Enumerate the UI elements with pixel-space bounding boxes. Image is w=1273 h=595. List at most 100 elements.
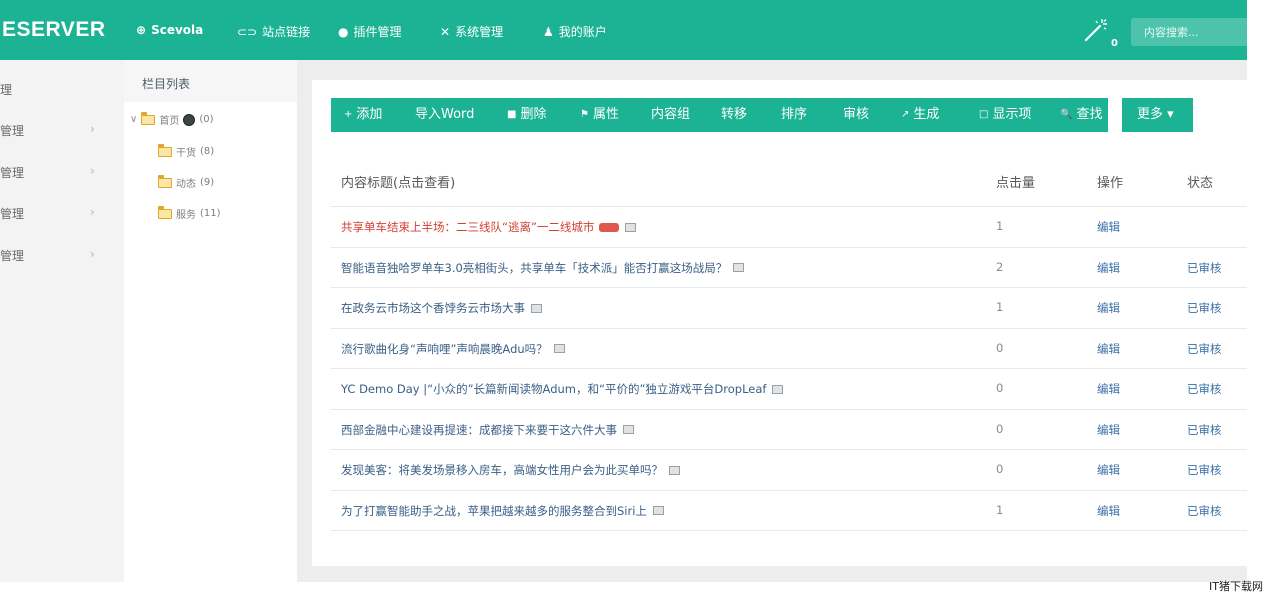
nav-item-label: Scevola [151, 23, 204, 37]
article-title-link[interactable]: 为了打赢智能助手之战，苹果把越来越多的服务整合到Siri上 [341, 503, 664, 519]
edit-link[interactable]: 编辑 [1097, 462, 1120, 478]
status-label[interactable]: 已审核 [1187, 503, 1222, 519]
chevron-right-icon: › [90, 164, 95, 178]
hot-badge-icon [599, 222, 620, 232]
review-button[interactable]: 审核 [843, 98, 869, 132]
column-header-title[interactable]: 内容标题(点击查看) [341, 172, 455, 191]
brand-logo[interactable]: ESERVER [2, 18, 106, 42]
nav-item-account[interactable]: ♟ 我的账户 [543, 23, 607, 40]
display-items-button[interactable]: □ 显示项 [979, 98, 1031, 132]
image-icon [625, 222, 637, 232]
plus-icon: + [344, 109, 353, 120]
article-title-link[interactable]: 在政务云市场这个香饽务云市场大事 [341, 300, 542, 316]
nav-item-label: 站点链接 [262, 25, 311, 39]
article-title-text: 共享单车结束上半场：二三线队“逃离”一二线城市 [341, 220, 595, 234]
edit-link[interactable]: 编辑 [1097, 503, 1120, 519]
delete-button[interactable]: ■ 删除 [507, 98, 546, 132]
tree-node-count: (9) [200, 177, 215, 188]
status-label[interactable]: 已审核 [1187, 381, 1222, 397]
watermark-text: IT猪下载网 [1209, 580, 1263, 593]
generate-button[interactable]: ↗ 生成 [901, 98, 939, 132]
status-label[interactable]: 已审核 [1187, 300, 1222, 316]
content-card: + 添加 导入Word ■ 删除 ⚑ 属性 内容组 转移 排序 审核 ↗ 生成 … [312, 80, 1247, 566]
add-button[interactable]: + 添加 [344, 98, 382, 132]
edit-link[interactable]: 编辑 [1097, 260, 1120, 276]
trash-icon: ■ [507, 109, 517, 120]
sidebar-item-label: 管理 [0, 166, 25, 180]
tree-node-root[interactable]: ∨ 首页 (0) [130, 111, 214, 127]
article-title-link[interactable]: YC Demo Day |“小众的”长篇新闻读物Adum，和“平价的”独立游戏平… [341, 381, 784, 397]
table-row: YC Demo Day |“小众的”长篇新闻读物Adum，和“平价的”独立游戏平… [331, 369, 1247, 410]
edit-link[interactable]: 编辑 [1097, 219, 1120, 235]
transfer-button[interactable]: 转移 [721, 98, 747, 132]
sort-button[interactable]: 排序 [781, 98, 807, 132]
nav-item-site-links[interactable]: ⊂⊃ 站点链接 [237, 23, 310, 40]
image-icon [669, 465, 680, 475]
status-label[interactable]: 已审核 [1187, 341, 1222, 357]
import-word-button[interactable]: 导入Word [415, 98, 474, 132]
sidebar-item-2[interactable]: 管理 › [0, 164, 124, 206]
article-title-link[interactable]: 流行歌曲化身“声响哩”声响晨晚Adu吗？ [341, 341, 565, 357]
find-button[interactable]: 🔍 查找 [1060, 98, 1102, 132]
chevron-right-icon: › [90, 205, 95, 219]
status-label[interactable]: 已审核 [1187, 422, 1222, 438]
button-label: 显示项 [992, 107, 1032, 122]
sidebar-item-1[interactable]: 管理 › [0, 122, 124, 164]
sidebar-item-label: 管理 [0, 207, 25, 221]
nav-item-plugins[interactable]: ● 插件管理 [338, 23, 402, 40]
image-icon [652, 506, 664, 515]
button-label: 导入Word [415, 107, 475, 122]
button-label: 排序 [781, 107, 808, 122]
article-title-text: 在政务云市场这个香饽务云市场大事 [341, 301, 525, 315]
article-title-link[interactable]: 共享单车结束上半场：二三线队“逃离”一二线城市 [341, 219, 637, 235]
table-row: 为了打赢智能助手之战，苹果把越来越多的服务整合到Siri上 1 编辑 已审核 [331, 491, 1247, 531]
status-label[interactable]: 已审核 [1187, 462, 1222, 478]
tree-node-count: (0) [199, 114, 214, 125]
click-count: 2 [996, 259, 1004, 274]
content-group-button[interactable]: 内容组 [651, 98, 690, 132]
edit-link[interactable]: 编辑 [1097, 422, 1120, 438]
chevron-down-icon[interactable]: ∨ [130, 114, 137, 125]
article-title-link[interactable]: 西部金融中心建设再提速：成都接下来要干这六件大事 [341, 422, 634, 438]
article-title-link[interactable]: 发现美客：将美发场景移入房车，高端女性用户会为此买单吗？ [341, 462, 680, 478]
table-header: 内容标题(点击查看) 点击量 操作 状态 [331, 156, 1247, 207]
image-icon [772, 384, 784, 394]
sidebar-item-label: 管理 [0, 124, 25, 138]
button-label: 查找 [1076, 107, 1103, 122]
click-count: 1 [996, 219, 1004, 233]
table-row: 发现美客：将美发场景移入房车，高端女性用户会为此买单吗？ 0 编辑 已审核 [331, 450, 1247, 491]
tree-node-child[interactable]: 干货 (8) [157, 143, 215, 159]
edit-link[interactable]: 编辑 [1097, 381, 1120, 397]
more-dropdown-button[interactable]: 更多 ▾ [1122, 98, 1193, 132]
nav-item-system[interactable]: ✕ 系统管理 [440, 23, 503, 40]
table-row: 西部金融中心建设再提速：成都接下来要干这六件大事 0 编辑 已审核 [331, 410, 1247, 450]
tree-node-child[interactable]: 服务 (11) [157, 205, 221, 221]
edit-link[interactable]: 编辑 [1097, 341, 1120, 357]
app-window: ESERVER ⊕ Scevola ⊂⊃ 站点链接 ● 插件管理 ✕ 系统管理 … [0, 0, 1273, 595]
nav-item-site[interactable]: ⊕ Scevola [136, 23, 203, 37]
sidebar-item-0[interactable]: 理 [0, 81, 124, 123]
magic-wand-icon[interactable] [1080, 16, 1110, 46]
sidebar-item-3[interactable]: 管理 › [0, 205, 124, 247]
article-title-link[interactable]: 智能语音独哈罗单车3.0亮相街头，共享单车「技术派」能否打赢这场战局？ [341, 260, 745, 276]
tree-node-label: 服务 [176, 210, 196, 221]
edit-link[interactable]: 编辑 [1097, 300, 1120, 316]
tree-panel-title: 栏目列表 [142, 77, 191, 91]
content-search-input[interactable] [1131, 18, 1247, 46]
nav-item-label: 系统管理 [455, 25, 504, 39]
status-label[interactable]: 已审核 [1187, 260, 1222, 276]
tree-node-child[interactable]: 动态 (9) [157, 174, 215, 190]
folder-icon [157, 174, 172, 188]
sidebar-item-4[interactable]: 管理 › [0, 247, 124, 289]
article-title-text: 为了打赢智能助手之战，苹果把越来越多的服务整合到Siri上 [341, 503, 647, 518]
main-content: + 添加 导入Word ■ 删除 ⚑ 属性 内容组 转移 排序 审核 ↗ 生成 … [297, 60, 1247, 582]
column-header-clicks[interactable]: 点击量 [996, 172, 1035, 191]
tree-node-count: (8) [200, 146, 215, 157]
link-icon: ⊂⊃ [237, 24, 258, 39]
nav-item-label: 插件管理 [353, 25, 402, 39]
table-row: 共享单车结束上半场：二三线队“逃离”一二线城市 1 编辑 [331, 207, 1247, 248]
tree-node-count: (11) [200, 208, 221, 219]
properties-button[interactable]: ⚑ 属性 [580, 98, 619, 132]
folder-icon [157, 205, 172, 219]
article-title-text: 流行歌曲化身“声响哩”声响晨晚Adu吗？ [341, 341, 548, 356]
